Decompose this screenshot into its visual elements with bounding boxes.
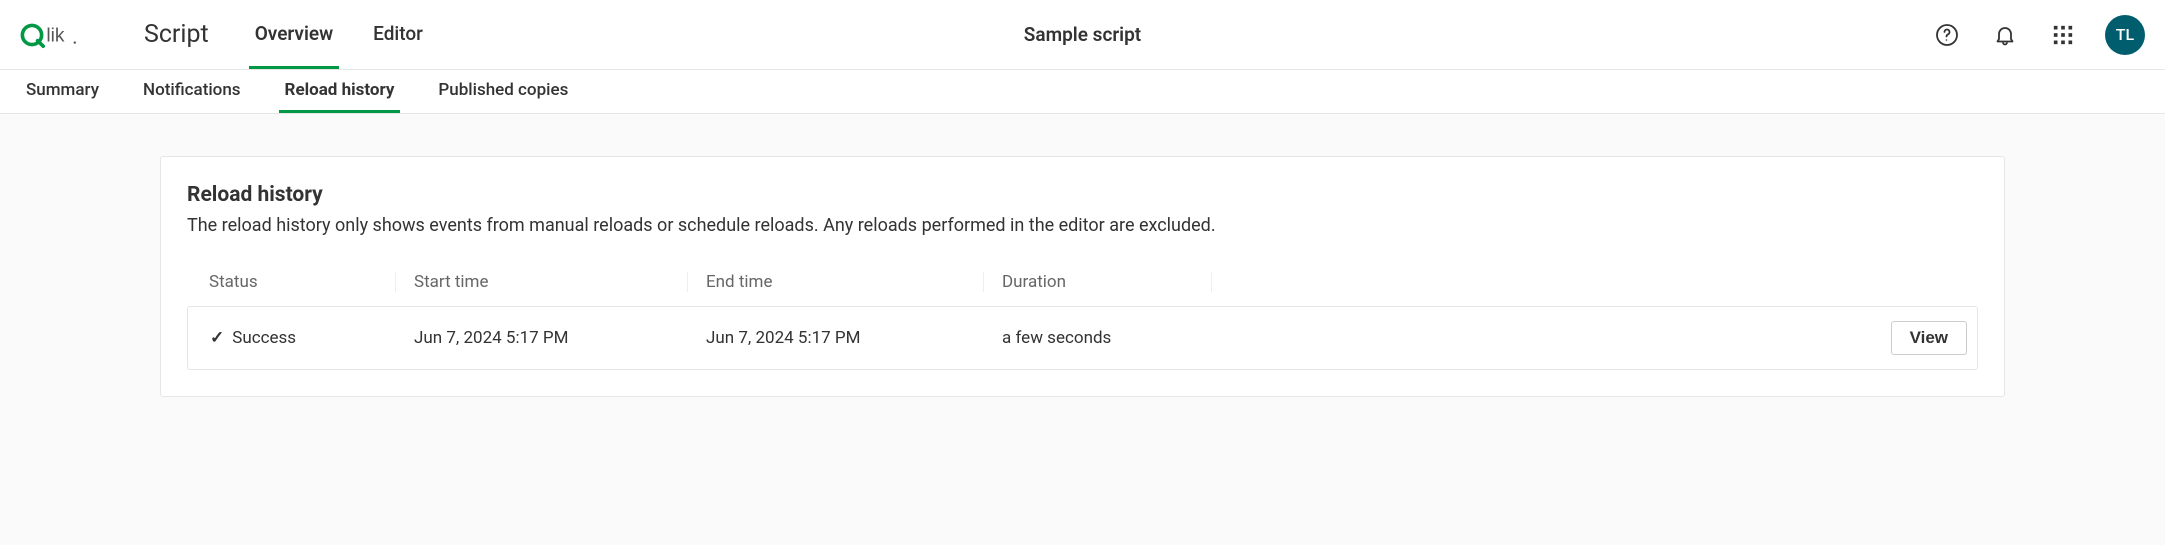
column-header-duration: Duration: [983, 272, 1211, 292]
sub-nav: Summary Notifications Reload history Pub…: [0, 70, 2165, 114]
start-time-cell: Jun 7, 2024 5:17 PM: [396, 328, 688, 348]
apps-grid-icon[interactable]: [2047, 19, 2079, 51]
view-button[interactable]: View: [1891, 321, 1967, 355]
bell-icon[interactable]: [1989, 19, 2021, 51]
main-tab-overview[interactable]: Overview: [249, 0, 339, 69]
table-header-row: Status Start time End time Duration: [187, 262, 1978, 306]
brand-logo[interactable]: lik: [20, 18, 108, 52]
column-header-status: Status: [209, 272, 395, 292]
card-description: The reload history only shows events fro…: [187, 215, 1978, 236]
subnav-tab-summary[interactable]: Summary: [20, 70, 105, 113]
subnav-tab-notifications[interactable]: Notifications: [137, 70, 247, 113]
subnav-tab-published-copies[interactable]: Published copies: [432, 70, 574, 113]
end-time-cell: Jun 7, 2024 5:17 PM: [688, 328, 984, 348]
table-row: ✓ Success Jun 7, 2024 5:17 PM Jun 7, 202…: [187, 306, 1978, 370]
duration-cell: a few seconds: [984, 328, 1212, 348]
help-icon[interactable]: [1931, 19, 1963, 51]
main-tab-bar: Overview Editor: [249, 0, 429, 69]
card-title: Reload history: [187, 183, 1978, 207]
app-name: Script: [144, 20, 209, 49]
status-text: Success: [232, 328, 296, 348]
user-avatar[interactable]: TL: [2105, 15, 2145, 55]
reload-history-card: Reload history The reload history only s…: [160, 156, 2005, 397]
main-tab-editor[interactable]: Editor: [367, 0, 429, 69]
subnav-tab-reload-history[interactable]: Reload history: [279, 70, 401, 113]
column-header-start: Start time: [395, 272, 687, 292]
svg-text:lik: lik: [46, 25, 65, 46]
column-header-end: End time: [687, 272, 983, 292]
reload-history-table: Status Start time End time Duration ✓ Su…: [187, 262, 1978, 370]
check-icon: ✓: [210, 328, 224, 348]
